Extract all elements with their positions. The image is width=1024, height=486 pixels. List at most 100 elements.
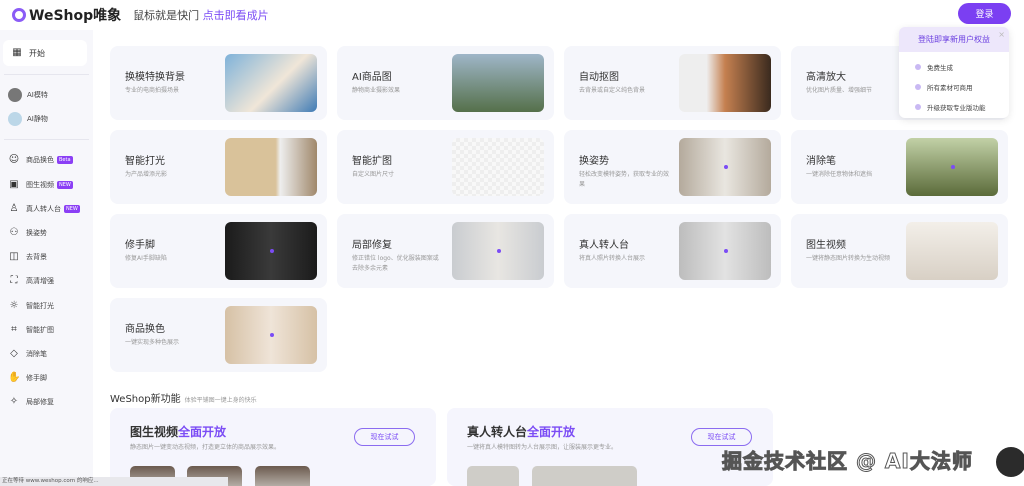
- feature-card-image: [906, 222, 998, 280]
- feature-card[interactable]: AI商品图 静物商业摄影效果: [337, 46, 554, 120]
- feature-card-title: 高清放大: [806, 72, 846, 83]
- feature-card-title: 图生视频: [806, 240, 846, 251]
- sidebar-item[interactable]: ✧ 局部修复: [0, 390, 93, 414]
- sidebar-item-label: 商品换色: [26, 156, 54, 165]
- feature-card[interactable]: 图生视频 一键将静态图片转换为生动视频: [791, 214, 1008, 288]
- sidebar-item-label: 高清增强: [26, 277, 54, 286]
- feature-card-title: 商品换色: [125, 324, 165, 335]
- feature-card-desc: 静物商业摄影效果: [352, 87, 401, 94]
- feature-card-desc: 自定义图片尺寸: [352, 171, 395, 178]
- feature-card-title: 自动抠图: [579, 72, 619, 83]
- compare-handle[interactable]: [724, 249, 728, 253]
- sidebar-item-label: 局部修复: [26, 398, 54, 407]
- check-icon: [915, 64, 921, 70]
- header: WeShop唯象 鼠标就是快门 点击即看成片 登录: [0, 0, 1024, 30]
- sidebar-item-ai-model[interactable]: AI模特: [0, 83, 93, 107]
- feature-card[interactable]: 智能扩图自定义图片尺寸: [337, 130, 554, 204]
- sidebar-item-label: 修手脚: [26, 374, 47, 383]
- feature-card-title: 修手脚: [125, 240, 155, 251]
- popup-item: 所有素材可商用: [899, 77, 1009, 97]
- sidebar-item[interactable]: ▣ 图生视频 NEW: [0, 173, 93, 197]
- feature-card[interactable]: 智能打光 为产品增添光影: [110, 130, 327, 204]
- section-title-text: WeShop新功能: [110, 394, 181, 405]
- feature-card-image: [679, 138, 771, 196]
- feature-card-title: 消除笔: [806, 156, 836, 167]
- feature-card-image: [452, 54, 544, 112]
- sidebar-badge: Beta: [57, 156, 73, 165]
- feature-card[interactable]: 自动抠图去背景或自定义纯色背景: [564, 46, 781, 120]
- pose-icon: ⚇: [9, 227, 19, 239]
- feature-card-title: 换模特换背景: [125, 72, 185, 83]
- feature-card-image: [225, 222, 317, 280]
- logo-text: WeShop唯象: [29, 8, 122, 24]
- compare-handle[interactable]: [497, 249, 501, 253]
- feature-card[interactable]: 消除笔一键消除任意物体和遮挡: [791, 130, 1008, 204]
- feature-card[interactable]: 真人转人台 将真人照片转换人台展示: [564, 214, 781, 288]
- slogan-link[interactable]: 点击即看成片: [203, 9, 269, 22]
- sidebar-item-label: 智能扩图: [26, 325, 54, 334]
- divider: [4, 74, 89, 75]
- feature-card-title: 换姿势: [579, 156, 609, 167]
- promo-image: [467, 466, 519, 486]
- try-now-button[interactable]: 现在试试: [354, 428, 415, 446]
- feature-card-desc: 一键实现多种色展示: [125, 339, 180, 346]
- sidebar-item-label: 智能打光: [26, 301, 54, 310]
- try-now-button[interactable]: 现在试试: [691, 428, 752, 446]
- sidebar-item[interactable]: ⌗ 智能扩图: [0, 318, 93, 342]
- magic-wand-icon: ✧: [9, 396, 19, 408]
- feature-card[interactable]: 换姿势 轻松改变模特姿势，获取专业的效果: [564, 130, 781, 204]
- feature-card-desc: 修复AI手脚缺陷: [125, 255, 167, 262]
- feature-card-desc: 一键消除任意物体和遮挡: [806, 171, 873, 178]
- video-icon: ▣: [9, 178, 19, 190]
- logo[interactable]: WeShop唯象: [12, 5, 121, 25]
- feature-card-image: [225, 54, 317, 112]
- compare-handle[interactable]: [951, 165, 955, 169]
- feature-card-desc: 将真人照片转换人台展示: [579, 255, 646, 262]
- mannequin-icon: ♙: [9, 202, 19, 214]
- feature-card[interactable]: 商品换色一键实现多种色展示: [110, 298, 327, 372]
- divider: [4, 139, 89, 141]
- feature-card-desc: 为产品增添光影: [125, 171, 168, 178]
- sidebar-item[interactable]: ☼ 智能打光: [0, 294, 93, 318]
- feature-card-title: 智能扩图: [352, 156, 392, 167]
- palette-icon: ☺: [8, 154, 20, 166]
- sidebar-item[interactable]: ◫ 去背景: [0, 245, 93, 269]
- sidebar-item-label: 图生视频: [26, 180, 54, 189]
- promo-title-b: 全面开放: [527, 425, 576, 439]
- feature-card-image: [225, 306, 317, 364]
- promo-title-a: 图生视频: [130, 425, 179, 439]
- check-icon: [915, 104, 921, 110]
- sidebar-item-start[interactable]: ▦ 开始: [3, 40, 87, 66]
- feature-card[interactable]: 换模特换背景专业的电商拍摄场景: [110, 46, 327, 120]
- split-icon: ◫: [9, 251, 19, 263]
- sidebar-item[interactable]: ⛶ 高清增强: [0, 269, 93, 293]
- hand-icon: ✋: [8, 372, 21, 384]
- watermark: 掘金技术社区 @ AI大法师: [722, 449, 973, 474]
- sidebar-item-ai-still[interactable]: AI静物: [0, 107, 93, 131]
- feature-card-desc: 专业的电商拍摄场景: [125, 87, 180, 94]
- logo-icon: [12, 8, 26, 22]
- login-button[interactable]: 登录: [958, 3, 1011, 24]
- popup-item: 免费生成: [899, 57, 1009, 77]
- sidebar-item[interactable]: ⚇ 换姿势: [0, 221, 93, 245]
- sidebar-badge: NEW: [57, 180, 73, 189]
- sidebar-item[interactable]: ♙ 真人转人台 NEW: [0, 197, 93, 221]
- feature-card[interactable]: 局部修复 修正错位 logo、优化服装图案或去除多余元素: [337, 214, 554, 288]
- feature-card-image: [679, 222, 771, 280]
- sidebar-item-label: AI模特: [27, 91, 48, 100]
- sidebar-item[interactable]: ✋ 修手脚: [0, 366, 93, 390]
- sidebar-item[interactable]: ☺ 商品换色 Beta: [0, 148, 93, 172]
- feature-card[interactable]: 修手脚修复AI手脚缺陷: [110, 214, 327, 288]
- feature-card-image: [452, 222, 544, 280]
- floating-help-button[interactable]: [996, 447, 1024, 477]
- popup-item-label: 免费生成: [927, 64, 953, 72]
- sidebar-item[interactable]: ◇ 消除笔: [0, 342, 93, 366]
- compare-handle[interactable]: [270, 249, 274, 253]
- compare-handle[interactable]: [724, 165, 728, 169]
- close-icon[interactable]: ×: [998, 30, 1005, 39]
- promo-card-video[interactable]: 图生视频全面开放 静态图片一键变动态视频，打造更立体的商品展示效果。 现在试试: [110, 408, 436, 486]
- feature-card-title: 局部修复: [352, 240, 392, 251]
- section-subtitle: 体验平铺图一键上身的快乐: [184, 397, 257, 404]
- feature-card-desc: 去背景或自定义纯色背景: [579, 87, 646, 94]
- compare-handle[interactable]: [270, 333, 274, 337]
